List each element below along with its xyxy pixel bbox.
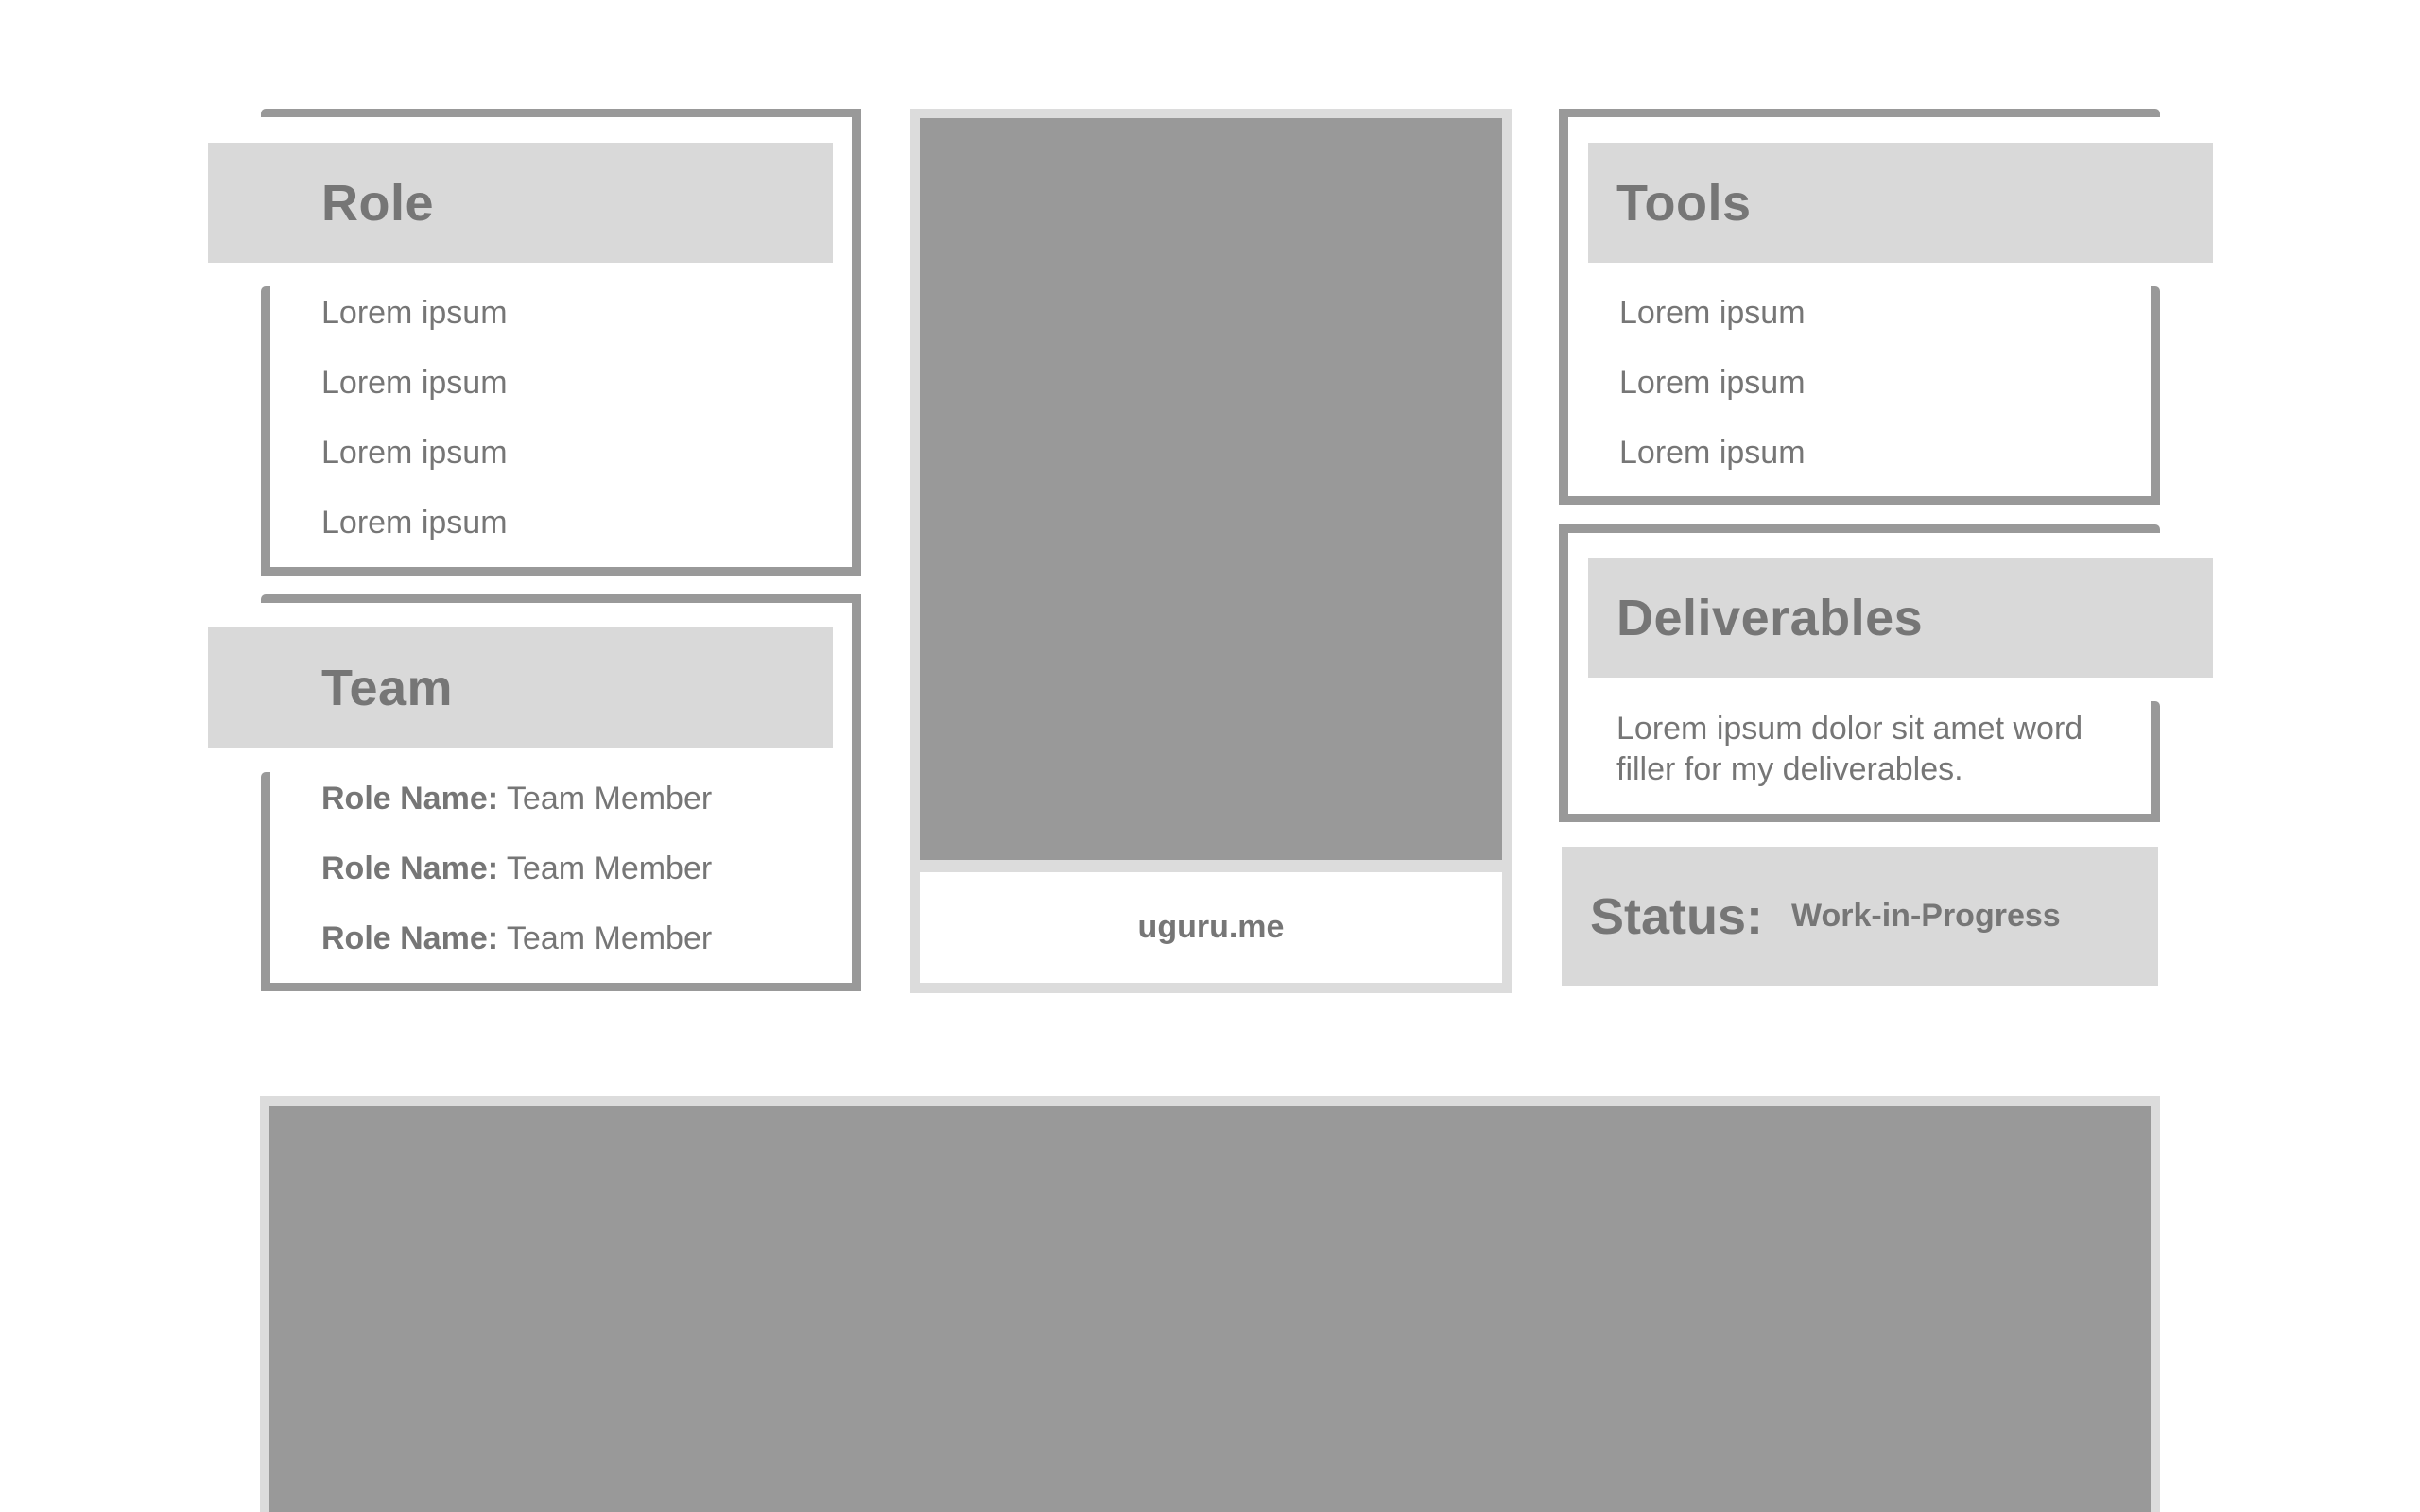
role-frame-left <box>261 286 270 576</box>
project-caption: uguru.me <box>920 872 1502 983</box>
deliverables-frame-bottom <box>1559 814 2160 822</box>
team-member-row: Role Name: Team Member <box>321 852 712 885</box>
tools-frame-right <box>2151 286 2160 505</box>
deliverables-frame-top <box>1559 524 2160 533</box>
role-frame-bottom <box>261 567 861 576</box>
feature-image-frame <box>260 1096 2160 1512</box>
team-member-row: Role Name: Team Member <box>321 922 712 954</box>
status-value: Work-in-Progress <box>1791 898 2061 934</box>
deliverables-frame-right <box>2151 701 2160 822</box>
team-member-role: Role Name: <box>321 850 499 886</box>
deliverables-title: Deliverables <box>1616 589 1924 646</box>
project-card[interactable]: uguru.me <box>910 109 1512 993</box>
role-item: Lorem ipsum <box>321 295 508 331</box>
team-member-name: Team Member <box>506 920 713 956</box>
team-header: Team <box>208 627 833 748</box>
role-title: Role <box>321 174 435 232</box>
team-frame-right <box>852 594 861 991</box>
team-frame-left <box>261 772 270 991</box>
deliverables-header: Deliverables <box>1588 558 2213 678</box>
team-frame-top <box>261 594 861 603</box>
project-image-placeholder <box>920 118 1502 860</box>
project-caption-text: uguru.me <box>1137 909 1285 945</box>
team-member-row: Role Name: Team Member <box>321 782 712 815</box>
deliverables-text-line: Lorem ipsum dolor sit amet word <box>1616 711 2083 747</box>
role-item: Lorem ipsum <box>321 435 508 471</box>
deliverables-frame-left <box>1559 524 1568 822</box>
tools-frame-left <box>1559 109 1568 505</box>
team-title: Team <box>321 660 454 716</box>
role-item: Lorem ipsum <box>321 365 508 401</box>
team-frame-bottom <box>261 983 861 991</box>
status-label: Status: <box>1590 887 1764 945</box>
team-member-name: Team Member <box>506 781 713 816</box>
tools-title: Tools <box>1616 174 1752 232</box>
role-frame-right <box>852 109 861 576</box>
team-member-role: Role Name: <box>321 781 499 816</box>
feature-image-placeholder <box>269 1106 2151 1512</box>
tools-item: Lorem ipsum <box>1619 435 1806 471</box>
tools-frame-top <box>1559 109 2160 117</box>
role-item: Lorem ipsum <box>321 505 508 541</box>
tools-item: Lorem ipsum <box>1619 295 1806 331</box>
team-member-role: Role Name: <box>321 920 499 956</box>
team-member-name: Team Member <box>506 850 713 886</box>
role-header: Role <box>208 143 833 263</box>
deliverables-text-line: filler for my deliverables. <box>1616 751 1963 787</box>
tools-frame-bottom <box>1559 496 2160 505</box>
tools-header: Tools <box>1588 143 2213 263</box>
role-frame-top <box>261 109 861 117</box>
status-box: Status: Work-in-Progress <box>1562 847 2158 986</box>
tools-item: Lorem ipsum <box>1619 365 1806 401</box>
